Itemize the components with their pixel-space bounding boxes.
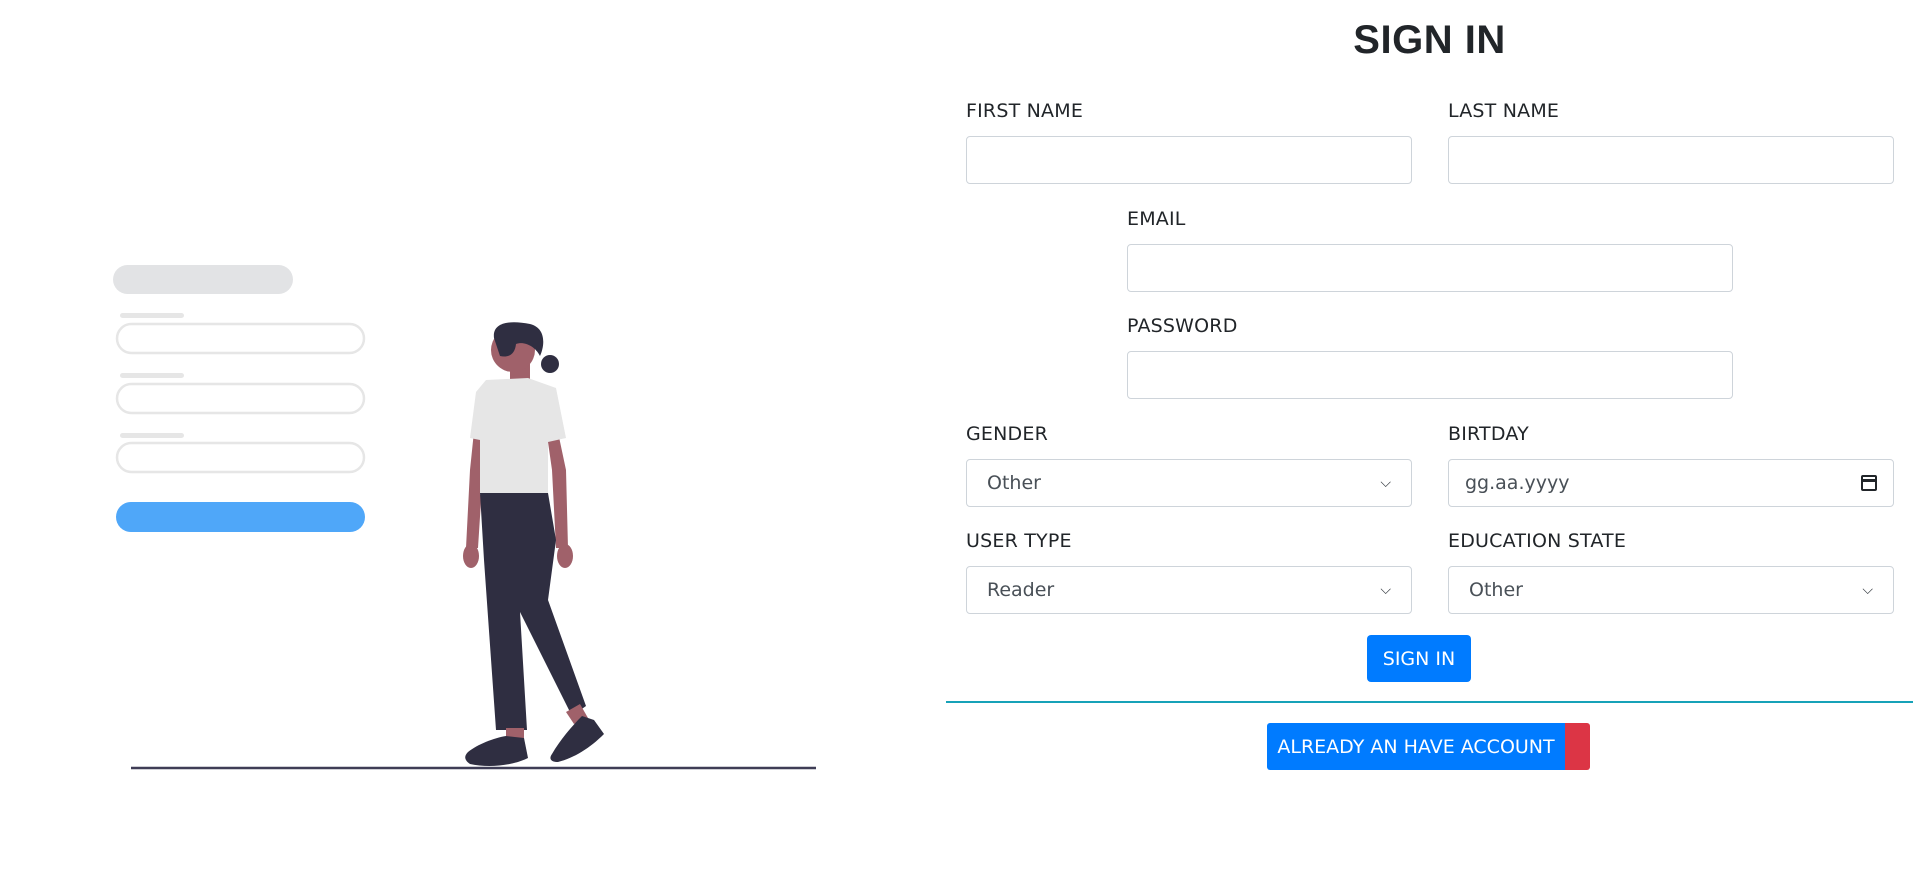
user-type-label: USER TYPE bbox=[966, 530, 1072, 552]
education-state-select[interactable]: Other ⌵ bbox=[1448, 566, 1894, 614]
gender-selected-value: Other bbox=[987, 472, 1041, 494]
gender-label: GENDER bbox=[966, 423, 1048, 445]
illustration-label-line bbox=[120, 433, 184, 438]
illustration-label-line bbox=[120, 373, 184, 378]
calendar-icon[interactable] bbox=[1861, 475, 1877, 491]
illustration-input-3 bbox=[115, 441, 366, 474]
chevron-down-icon: ⌵ bbox=[1862, 582, 1873, 598]
user-type-selected-value: Reader bbox=[987, 579, 1055, 601]
illustration-label-line bbox=[120, 313, 184, 318]
birthday-label: BIRTDAY bbox=[1448, 423, 1529, 445]
page-title: SIGN IN bbox=[1353, 18, 1506, 62]
illustration-form-title-bar bbox=[113, 265, 293, 294]
email-group: EMAIL bbox=[1127, 208, 1733, 292]
chevron-down-icon: ⌵ bbox=[1380, 582, 1391, 598]
last-name-input[interactable] bbox=[1448, 136, 1894, 184]
password-group: PASSWORD bbox=[1127, 315, 1733, 399]
sign-in-button[interactable]: SIGN IN bbox=[1367, 635, 1471, 682]
last-name-label: LAST NAME bbox=[1448, 100, 1560, 122]
education-state-selected-value: Other bbox=[1469, 579, 1523, 601]
user-type-select[interactable]: Reader ⌵ bbox=[966, 566, 1412, 614]
first-name-input[interactable] bbox=[966, 136, 1412, 184]
gender-group: GENDER Other ⌵ bbox=[966, 423, 1412, 507]
illustration-input-1 bbox=[115, 322, 366, 355]
illustration-svg bbox=[113, 265, 816, 770]
birthday-group: BIRTDAY gg.aa.yyyy bbox=[1448, 423, 1894, 507]
section-divider bbox=[946, 701, 1913, 703]
first-name-group: FIRST NAME bbox=[966, 100, 1412, 184]
email-label: EMAIL bbox=[1127, 208, 1186, 230]
birthday-placeholder: gg.aa.yyyy bbox=[1465, 472, 1570, 494]
password-label: PASSWORD bbox=[1127, 315, 1238, 337]
already-have-account-button[interactable]: ALREADY AN HAVE ACCOUNT bbox=[1267, 723, 1565, 770]
illustration-submit-bar bbox=[116, 502, 365, 532]
education-state-label: EDUCATION STATE bbox=[1448, 530, 1627, 552]
illustration-input-2 bbox=[115, 382, 366, 415]
already-have-account-group: ALREADY AN HAVE ACCOUNT bbox=[1267, 723, 1590, 770]
person-figure bbox=[463, 322, 604, 766]
sign-in-form: SIGN IN FIRST NAME LAST NAME EMAIL PASSW… bbox=[946, 0, 1913, 867]
signup-illustration bbox=[0, 0, 940, 867]
gender-select[interactable]: Other ⌵ bbox=[966, 459, 1412, 507]
birthday-date-input[interactable]: gg.aa.yyyy bbox=[1448, 459, 1894, 507]
first-name-label: FIRST NAME bbox=[966, 100, 1084, 122]
last-name-group: LAST NAME bbox=[1448, 100, 1894, 184]
user-type-group: USER TYPE Reader ⌵ bbox=[966, 530, 1412, 614]
account-accent-bar bbox=[1565, 723, 1590, 770]
education-state-group: EDUCATION STATE Other ⌵ bbox=[1448, 530, 1894, 614]
password-input[interactable] bbox=[1127, 351, 1733, 399]
chevron-down-icon: ⌵ bbox=[1380, 475, 1391, 491]
email-input[interactable] bbox=[1127, 244, 1733, 292]
